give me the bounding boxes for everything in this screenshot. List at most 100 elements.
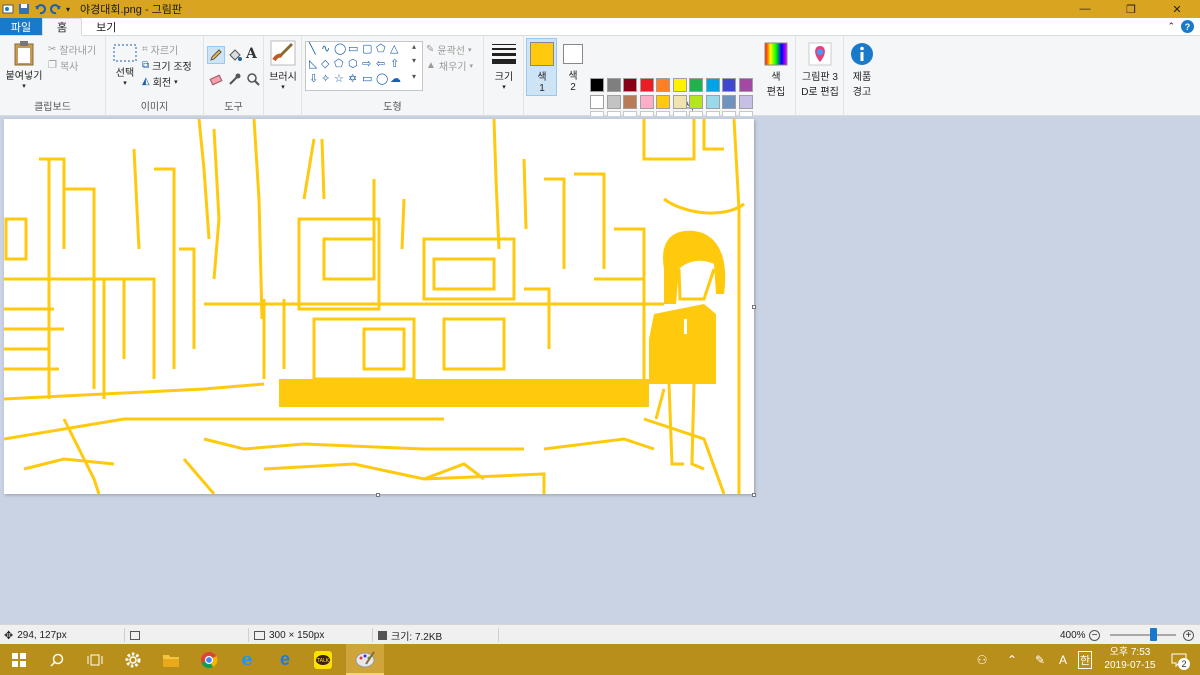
- product-alert-button[interactable]: 제품 경고: [846, 42, 878, 98]
- palette-color-swatch[interactable]: [689, 78, 703, 92]
- edit-colors-button[interactable]: 색 편집: [760, 42, 792, 98]
- cut-button[interactable]: ✂ 잘라내기: [48, 42, 96, 57]
- palette-color-swatch[interactable]: [689, 94, 703, 109]
- action-center-button[interactable]: 2: [1164, 644, 1194, 675]
- file-explorer-button[interactable]: [152, 644, 190, 675]
- text-tool-icon[interactable]: A: [246, 46, 257, 62]
- magnifier-icon[interactable]: [246, 72, 260, 86]
- settings-taskbar-button[interactable]: [114, 644, 152, 675]
- paste-dropdown-icon[interactable]: ▾: [22, 82, 26, 90]
- rounded-rectangle-shape-icon[interactable]: ▢: [362, 42, 372, 55]
- palette-color-swatch[interactable]: [738, 78, 753, 92]
- hexagon-shape-icon[interactable]: ⬡: [348, 57, 358, 70]
- ime-mode-indicator[interactable]: A: [1054, 644, 1072, 675]
- size-button[interactable]: 크기 ▾: [488, 42, 520, 91]
- paste-button[interactable]: 붙여넣기 ▾: [4, 40, 44, 90]
- palette-color-swatch[interactable]: [639, 78, 654, 92]
- palette-color-swatch[interactable]: [590, 78, 604, 92]
- eraser-icon[interactable]: [209, 72, 223, 86]
- cloud-callout-shape-icon[interactable]: ☁: [390, 72, 401, 85]
- palette-color-swatch[interactable]: [656, 94, 670, 109]
- help-icon[interactable]: ?: [1181, 20, 1194, 33]
- line-shape-icon[interactable]: ╲: [309, 42, 316, 55]
- right-arrow-shape-icon[interactable]: ⇨: [362, 57, 371, 70]
- zoom-slider-thumb[interactable]: [1150, 628, 1158, 641]
- resize-button[interactable]: ⧉ 크기 조정: [142, 58, 192, 73]
- left-arrow-shape-icon[interactable]: ⇦: [376, 57, 385, 70]
- oval-callout-shape-icon[interactable]: ◯: [376, 72, 388, 85]
- tab-file[interactable]: 파일: [0, 18, 42, 35]
- tab-home[interactable]: 홈: [42, 18, 83, 36]
- polygon-shape-icon[interactable]: ⬠: [376, 42, 386, 55]
- undo-icon[interactable]: [34, 3, 46, 15]
- internet-explorer-button[interactable]: e: [228, 644, 266, 675]
- four-point-star-shape-icon[interactable]: ✧: [321, 72, 330, 85]
- palette-color-swatch[interactable]: [606, 78, 621, 92]
- palette-color-swatch[interactable]: [672, 78, 687, 92]
- paint-taskbar-button[interactable]: [346, 644, 384, 675]
- customize-toolbar-icon[interactable]: ▾: [66, 5, 70, 14]
- fill-bucket-icon[interactable]: [228, 48, 242, 62]
- shapes-expand-icon[interactable]: ▾: [412, 72, 416, 81]
- show-hidden-icons-button[interactable]: ⌃: [1002, 644, 1022, 675]
- palette-color-swatch[interactable]: [722, 94, 736, 109]
- zoom-in-button[interactable]: +: [1183, 625, 1194, 645]
- start-button[interactable]: [0, 644, 38, 675]
- select-dropdown-icon[interactable]: ▾: [123, 79, 127, 87]
- edit-with-paint3d-button[interactable]: 그림판 3 D로 편집: [796, 42, 844, 98]
- outline-button[interactable]: ✎ 윤곽선 ▾: [426, 42, 472, 57]
- kakaotalk-button[interactable]: TALK: [304, 644, 342, 675]
- palette-color-swatch[interactable]: [623, 94, 637, 109]
- palette-color-swatch[interactable]: [623, 78, 637, 92]
- shapes-scroll-icon[interactable]: ▴: [412, 42, 416, 51]
- rotate-button[interactable]: ◭ 회전 ▾: [142, 74, 178, 89]
- palette-color-swatch[interactable]: [705, 78, 720, 92]
- drawing-canvas[interactable]: [4, 119, 754, 494]
- shapes-scroll-down-icon[interactable]: ▾: [412, 56, 416, 65]
- zoom-out-button[interactable]: −: [1089, 625, 1100, 645]
- rectangle-shape-icon[interactable]: ▭: [348, 42, 358, 55]
- up-arrow-shape-icon[interactable]: ⇧: [390, 57, 399, 70]
- tab-view[interactable]: 보기: [82, 18, 130, 35]
- resize-handle-bottom[interactable]: [376, 493, 380, 497]
- people-icon[interactable]: ⚇: [970, 644, 994, 675]
- resize-handle-corner[interactable]: [752, 493, 756, 497]
- diamond-shape-icon[interactable]: ◇: [321, 57, 329, 70]
- zoom-slider[interactable]: [1110, 628, 1176, 641]
- minimize-button[interactable]: —: [1062, 0, 1108, 18]
- copy-button[interactable]: ❐ 복사: [48, 58, 78, 73]
- brushes-button[interactable]: 브러시 ▾: [266, 40, 300, 91]
- oval-shape-icon[interactable]: ◯: [334, 42, 346, 55]
- palette-color-swatch[interactable]: [606, 94, 621, 109]
- crop-button[interactable]: ⌗ 자르기: [142, 42, 178, 57]
- select-button[interactable]: 선택 ▾: [110, 44, 140, 87]
- system-clock[interactable]: 오후 7:53 2019-07-15: [1100, 646, 1160, 672]
- callout-shape-icon[interactable]: ▭: [362, 72, 372, 85]
- palette-color-swatch[interactable]: [705, 94, 720, 109]
- pentagon-shape-icon[interactable]: ⬠: [334, 57, 344, 70]
- palette-color-swatch[interactable]: [656, 78, 670, 92]
- palette-color-swatch[interactable]: [590, 94, 604, 109]
- resize-handle-right[interactable]: [752, 305, 756, 309]
- triangle-shape-icon[interactable]: △: [390, 42, 398, 55]
- fill-button[interactable]: ▲ 채우기 ▾: [426, 58, 473, 73]
- right-triangle-shape-icon[interactable]: ◺: [309, 57, 317, 70]
- task-view-button[interactable]: [76, 644, 114, 675]
- curve-shape-icon[interactable]: ∿: [321, 42, 330, 55]
- chrome-button[interactable]: [190, 644, 228, 675]
- palette-color-swatch[interactable]: [738, 94, 753, 109]
- maximize-button[interactable]: ❐: [1108, 0, 1154, 18]
- palette-color-swatch[interactable]: [639, 94, 654, 109]
- save-icon[interactable]: [18, 3, 30, 15]
- search-button[interactable]: [38, 644, 76, 675]
- redo-icon[interactable]: [50, 3, 62, 15]
- palette-color-swatch[interactable]: [672, 94, 687, 109]
- canvas-workspace[interactable]: [0, 116, 1200, 624]
- down-arrow-shape-icon[interactable]: ⇩: [309, 72, 318, 85]
- six-point-star-shape-icon[interactable]: ✡: [348, 72, 357, 85]
- pencil-icon[interactable]: [209, 48, 223, 62]
- color-picker-icon[interactable]: [228, 72, 242, 86]
- pen-workspace-icon[interactable]: ✎: [1030, 644, 1050, 675]
- collapse-ribbon-icon[interactable]: ⌃: [1167, 21, 1175, 32]
- palette-color-swatch[interactable]: [722, 78, 736, 92]
